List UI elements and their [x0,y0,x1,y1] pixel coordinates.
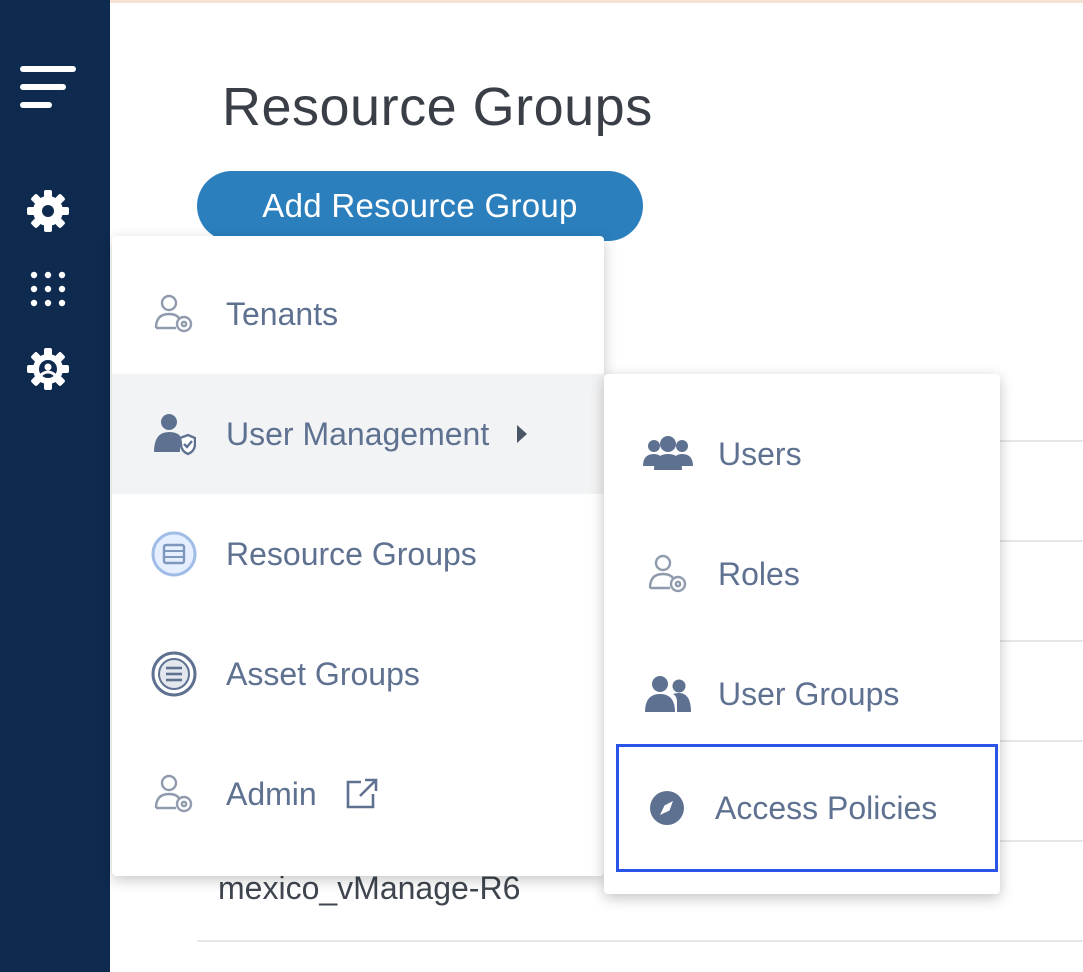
admin-icon [148,768,200,820]
settings-badge-icon[interactable] [0,346,96,392]
submenu-item-label: Users [718,435,802,472]
menu-item-admin[interactable]: Admin [112,734,604,854]
submenu-item-label: Access Policies [715,789,938,826]
user-shield-icon [148,408,200,460]
menu-item-label: Admin [226,775,317,812]
admin-dropdown-menu: Tenants User Management Resource Groups … [112,236,604,876]
menu-item-label: User Management [226,415,490,452]
submenu-item-roles[interactable]: Roles [604,514,1000,634]
menu-item-label: Asset Groups [226,655,420,692]
menu-item-user-management[interactable]: User Management [112,374,604,494]
menu-item-resource-groups[interactable]: Resource Groups [112,494,604,614]
user-management-submenu: Users Roles User Groups Access Policies [604,374,1000,894]
menu-item-label: Resource Groups [226,535,477,572]
gear-icon[interactable] [0,188,96,234]
asset-group-icon [148,648,200,700]
apps-grid-icon[interactable] [0,266,96,312]
user-groups-icon [642,668,694,720]
add-resource-group-button[interactable]: Add Resource Group [197,171,643,241]
menu-item-asset-groups[interactable]: Asset Groups [112,614,604,734]
menu-icon[interactable] [0,58,96,122]
submenu-item-label: User Groups [718,675,900,712]
app-page: Resource Groups Add Resource Group mexic… [0,0,1083,972]
table-row-divider [197,940,1083,942]
compass-icon [641,782,693,834]
submenu-item-label: Roles [718,555,800,592]
users-icon [642,428,694,480]
chevron-right-icon [517,425,528,443]
external-link-icon [343,776,379,812]
menu-item-label: Tenants [226,295,339,332]
page-title: Resource Groups [222,77,653,137]
roles-icon [642,548,694,600]
resource-group-icon [148,528,200,580]
menu-item-tenants[interactable]: Tenants [112,254,604,374]
submenu-item-access-policies[interactable]: Access Policies [616,744,998,872]
submenu-item-users[interactable]: Users [604,394,1000,514]
left-nav-rail [0,0,110,972]
top-accent-bar [0,0,1083,3]
tenant-icon [148,288,200,340]
submenu-item-user-groups[interactable]: User Groups [604,634,1000,754]
